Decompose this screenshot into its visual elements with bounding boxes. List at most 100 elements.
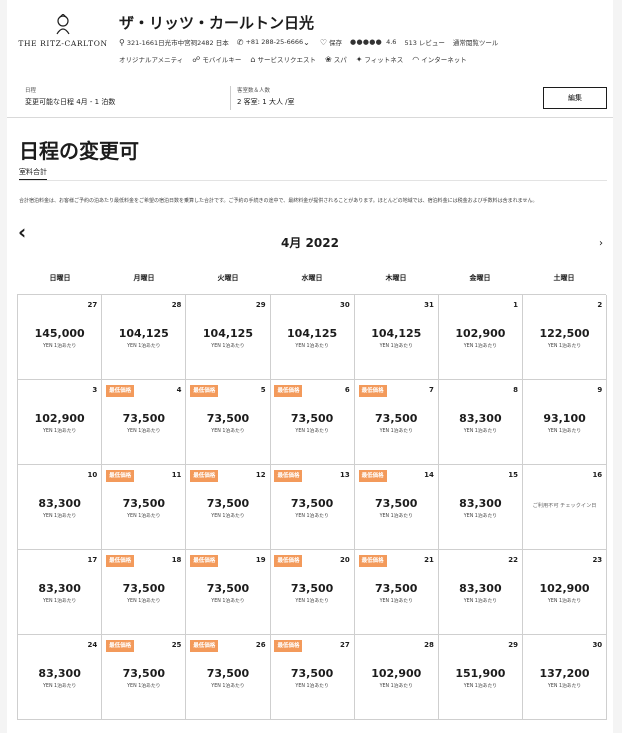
ritz-carlton-logo[interactable]: THE RITZ-CARLTON: [17, 14, 109, 48]
calendar-day-cell[interactable]: 31 104,125 YEN 1泊あたり: [354, 295, 439, 381]
calendar-day-cell[interactable]: 最低価格 4 73,500 YEN 1泊あたり: [102, 380, 187, 466]
lowest-price-badge: 最低価格: [190, 555, 219, 568]
phone[interactable]: ✆ +81 288-25-6666 ⌄: [237, 38, 312, 47]
lowest-price-badge: 最低価格: [190, 640, 219, 653]
tab-detail-link[interactable]: 通常閲覧ツール: [453, 37, 499, 47]
nightly-price: 83,300: [459, 412, 502, 426]
price-unit: YEN 1泊あたり: [211, 684, 245, 690]
lowest-price-badge: 最低価格: [274, 385, 303, 398]
calendar-day-cell[interactable]: 16 ご利用不可 チェックイン日: [522, 465, 608, 551]
day-number: 22: [508, 556, 519, 565]
calendar-day-cell[interactable]: 3 102,900 YEN 1泊あたり: [18, 380, 103, 466]
day-number: 8: [513, 386, 519, 395]
calendar-day-cell[interactable]: 28 102,900 YEN 1泊あたり: [354, 635, 439, 721]
calendar-day-cell[interactable]: 最低価格 25 73,500 YEN 1泊あたり: [102, 635, 187, 721]
calendar-day-cell[interactable]: 10 83,300 YEN 1泊あたり: [18, 465, 103, 551]
amenity-spa[interactable]: ❀ スパ: [325, 54, 347, 65]
day-number: 3: [92, 386, 98, 395]
price-unit: YEN 1泊あたり: [42, 344, 77, 349]
calendar-day-cell[interactable]: 27 145,000 YEN 1泊あたり: [18, 295, 103, 381]
unavailable-text: ご利用不可 チェックイン日: [532, 503, 597, 510]
calendar-day-cell[interactable]: 30 104,125 YEN 1泊あたり: [270, 295, 355, 381]
amenity-row: オリジナルアメニティ ☍ モバイルキー ⌂ サービスリクエスト ❀ スパ ✦ フィットネス ◠ イン…: [119, 54, 476, 65]
calendar-day-cell[interactable]: 最低価格 5 73,500 YEN 1泊あたり: [186, 380, 271, 466]
price-unit: YEN 1泊あたり: [211, 514, 245, 520]
day-number: 20: [339, 556, 350, 565]
tab-total-rate[interactable]: 室料合計: [19, 167, 47, 180]
price-unit: YEN 1泊あたり: [42, 684, 77, 690]
day-number: 7: [429, 386, 434, 395]
calendar-day-cell[interactable]: 29 104,125 YEN 1泊あたり: [186, 295, 271, 381]
price-unit: YEN 1泊あたり: [295, 429, 329, 435]
nightly-price: 93,100: [543, 412, 586, 426]
price-unit: YEN 1泊あたり: [127, 429, 161, 435]
price-unit: YEN 1泊あたり: [127, 344, 161, 349]
reviews-link[interactable]: 513 レビュー: [404, 37, 444, 47]
calendar-day-cell[interactable]: 15 83,300 YEN 1泊あたり: [438, 465, 524, 551]
day-number: 15: [508, 471, 519, 480]
calendar-day-cell[interactable]: 22 83,300 YEN 1泊あたり: [438, 550, 524, 636]
nightly-price: 73,500: [206, 667, 250, 681]
calendar-day-cell[interactable]: 1 102,900 YEN 1泊あたり: [438, 295, 524, 381]
calendar-day-cell[interactable]: 最低価格 19 73,500 YEN 1泊あたり: [186, 550, 271, 636]
calendar-day-cell[interactable]: 29 151,900 YEN 1泊あたり: [438, 635, 524, 721]
calendar-day-cell[interactable]: 23 102,900 YEN 1泊あたり: [522, 550, 608, 636]
edit-button[interactable]: 編集: [543, 87, 607, 109]
day-number: 14: [424, 471, 434, 480]
search-bar: 日程 変更可能な日程 4月 - 1 泊数 客室数＆人数 2 客室: 1 大人 /…: [7, 80, 613, 118]
calendar-day-cell[interactable]: 24 83,300 YEN 1泊あたり: [18, 635, 103, 721]
save-button[interactable]: ♡ 保存: [320, 37, 342, 48]
calendar-day-cell[interactable]: 最低価格 13 73,500 YEN 1泊あたり: [270, 465, 355, 551]
lowest-price-badge: 最低価格: [106, 385, 135, 398]
day-number: 27: [87, 301, 98, 309]
lowest-price-badge: 最低価格: [106, 640, 135, 653]
price-unit: YEN 1泊あたり: [127, 599, 161, 605]
calendar-day-cell[interactable]: 最低価格 7 73,500 YEN 1泊あたり: [354, 380, 439, 466]
next-month-button[interactable]: ›: [599, 238, 603, 249]
price-unit: YEN 1泊あたり: [127, 514, 161, 520]
lowest-price-badge: 最低価格: [358, 470, 387, 483]
fitness-icon: ✦: [355, 54, 363, 64]
rating[interactable]: ●●●●● 4.6: [350, 38, 396, 46]
rate-note: 合計宿泊料金は、お客様ご予約の泊あたり最低料金をご希望の宿泊日数を乗算した合計で…: [19, 198, 538, 204]
nightly-price: 83,300: [38, 582, 81, 596]
day-number: 28: [424, 641, 434, 650]
day-number: 26: [255, 641, 266, 650]
address[interactable]: ⚲ 321-1661日光市中宮祠2482 日本: [119, 37, 229, 48]
guests-field[interactable]: 客室数＆人数 2 客室: 1 大人 /室: [237, 86, 295, 107]
calendar-day-cell[interactable]: 最低価格 12 73,500 YEN 1泊あたり: [186, 465, 271, 551]
calendar-day-cell[interactable]: 最低価格 14 73,500 YEN 1泊あたり: [354, 465, 439, 551]
lowest-price-badge: 最低価格: [106, 470, 135, 483]
nightly-price: 102,900: [34, 412, 85, 426]
amenity-wifi[interactable]: ◠ インターネット: [412, 54, 466, 65]
amenity-mobile-key[interactable]: ☍ モバイルキー: [192, 54, 241, 65]
lowest-price-badge: 最低価格: [358, 385, 387, 398]
calendar-day-cell[interactable]: 最低価格 18 73,500 YEN 1泊あたり: [102, 550, 187, 636]
day-number: 28: [171, 301, 182, 309]
calendar-day-cell[interactable]: 28 104,125 YEN 1泊あたり: [102, 295, 187, 381]
date-field[interactable]: 日程 変更可能な日程 4月 - 1 泊数: [25, 86, 115, 107]
calendar-day-cell[interactable]: 最低価格 26 73,500 YEN 1泊あたり: [186, 635, 271, 721]
calendar-day-cell[interactable]: 最低価格 27 73,500 YEN 1泊あたり: [270, 635, 355, 721]
amenity-fitness[interactable]: ✦ フィットネス: [355, 54, 404, 65]
weekday-label: 木曜日: [385, 274, 407, 282]
calendar-day-cell[interactable]: 最低価格 6 73,500 YEN 1泊あたり: [270, 380, 355, 466]
phone-icon: ✆: [236, 37, 244, 47]
day-number: 30: [592, 641, 603, 650]
calendar-day-cell[interactable]: 最低価格 11 73,500 YEN 1泊あたり: [102, 465, 187, 551]
amenity-service-bell[interactable]: ⌂ サービスリクエスト: [250, 54, 316, 65]
calendar-day-cell[interactable]: 9 93,100 YEN 1泊あたり: [522, 380, 608, 466]
calendar-day-cell[interactable]: 2 122,500 YEN 1泊あたり: [522, 295, 608, 381]
day-number: 25: [171, 641, 182, 650]
day-number: 2: [597, 301, 603, 309]
date-value: 変更可能な日程 4月 - 1 泊数: [25, 98, 116, 106]
calendar-day-cell[interactable]: 8 83,300 YEN 1泊あたり: [438, 380, 524, 466]
calendar-day-cell[interactable]: 30 137,200 YEN 1泊あたり: [522, 635, 608, 721]
guests-value: 2 客室: 1 大人 /室: [237, 98, 295, 106]
amenity-gift[interactable]: オリジナルアメニティ: [119, 54, 183, 64]
calendar-grid: 27 145,000 YEN 1泊あたり 28 104,125 YEN 1泊あたり 29 10…: [17, 294, 608, 721]
calendar-day-cell[interactable]: 最低価格 20 73,500 YEN 1泊あたり: [270, 550, 355, 636]
calendar-day-cell[interactable]: 最低価格 21 73,500 YEN 1泊あたり: [354, 550, 439, 636]
nightly-price: 122,500: [539, 327, 590, 340]
calendar-day-cell[interactable]: 17 83,300 YEN 1泊あたり: [18, 550, 103, 636]
